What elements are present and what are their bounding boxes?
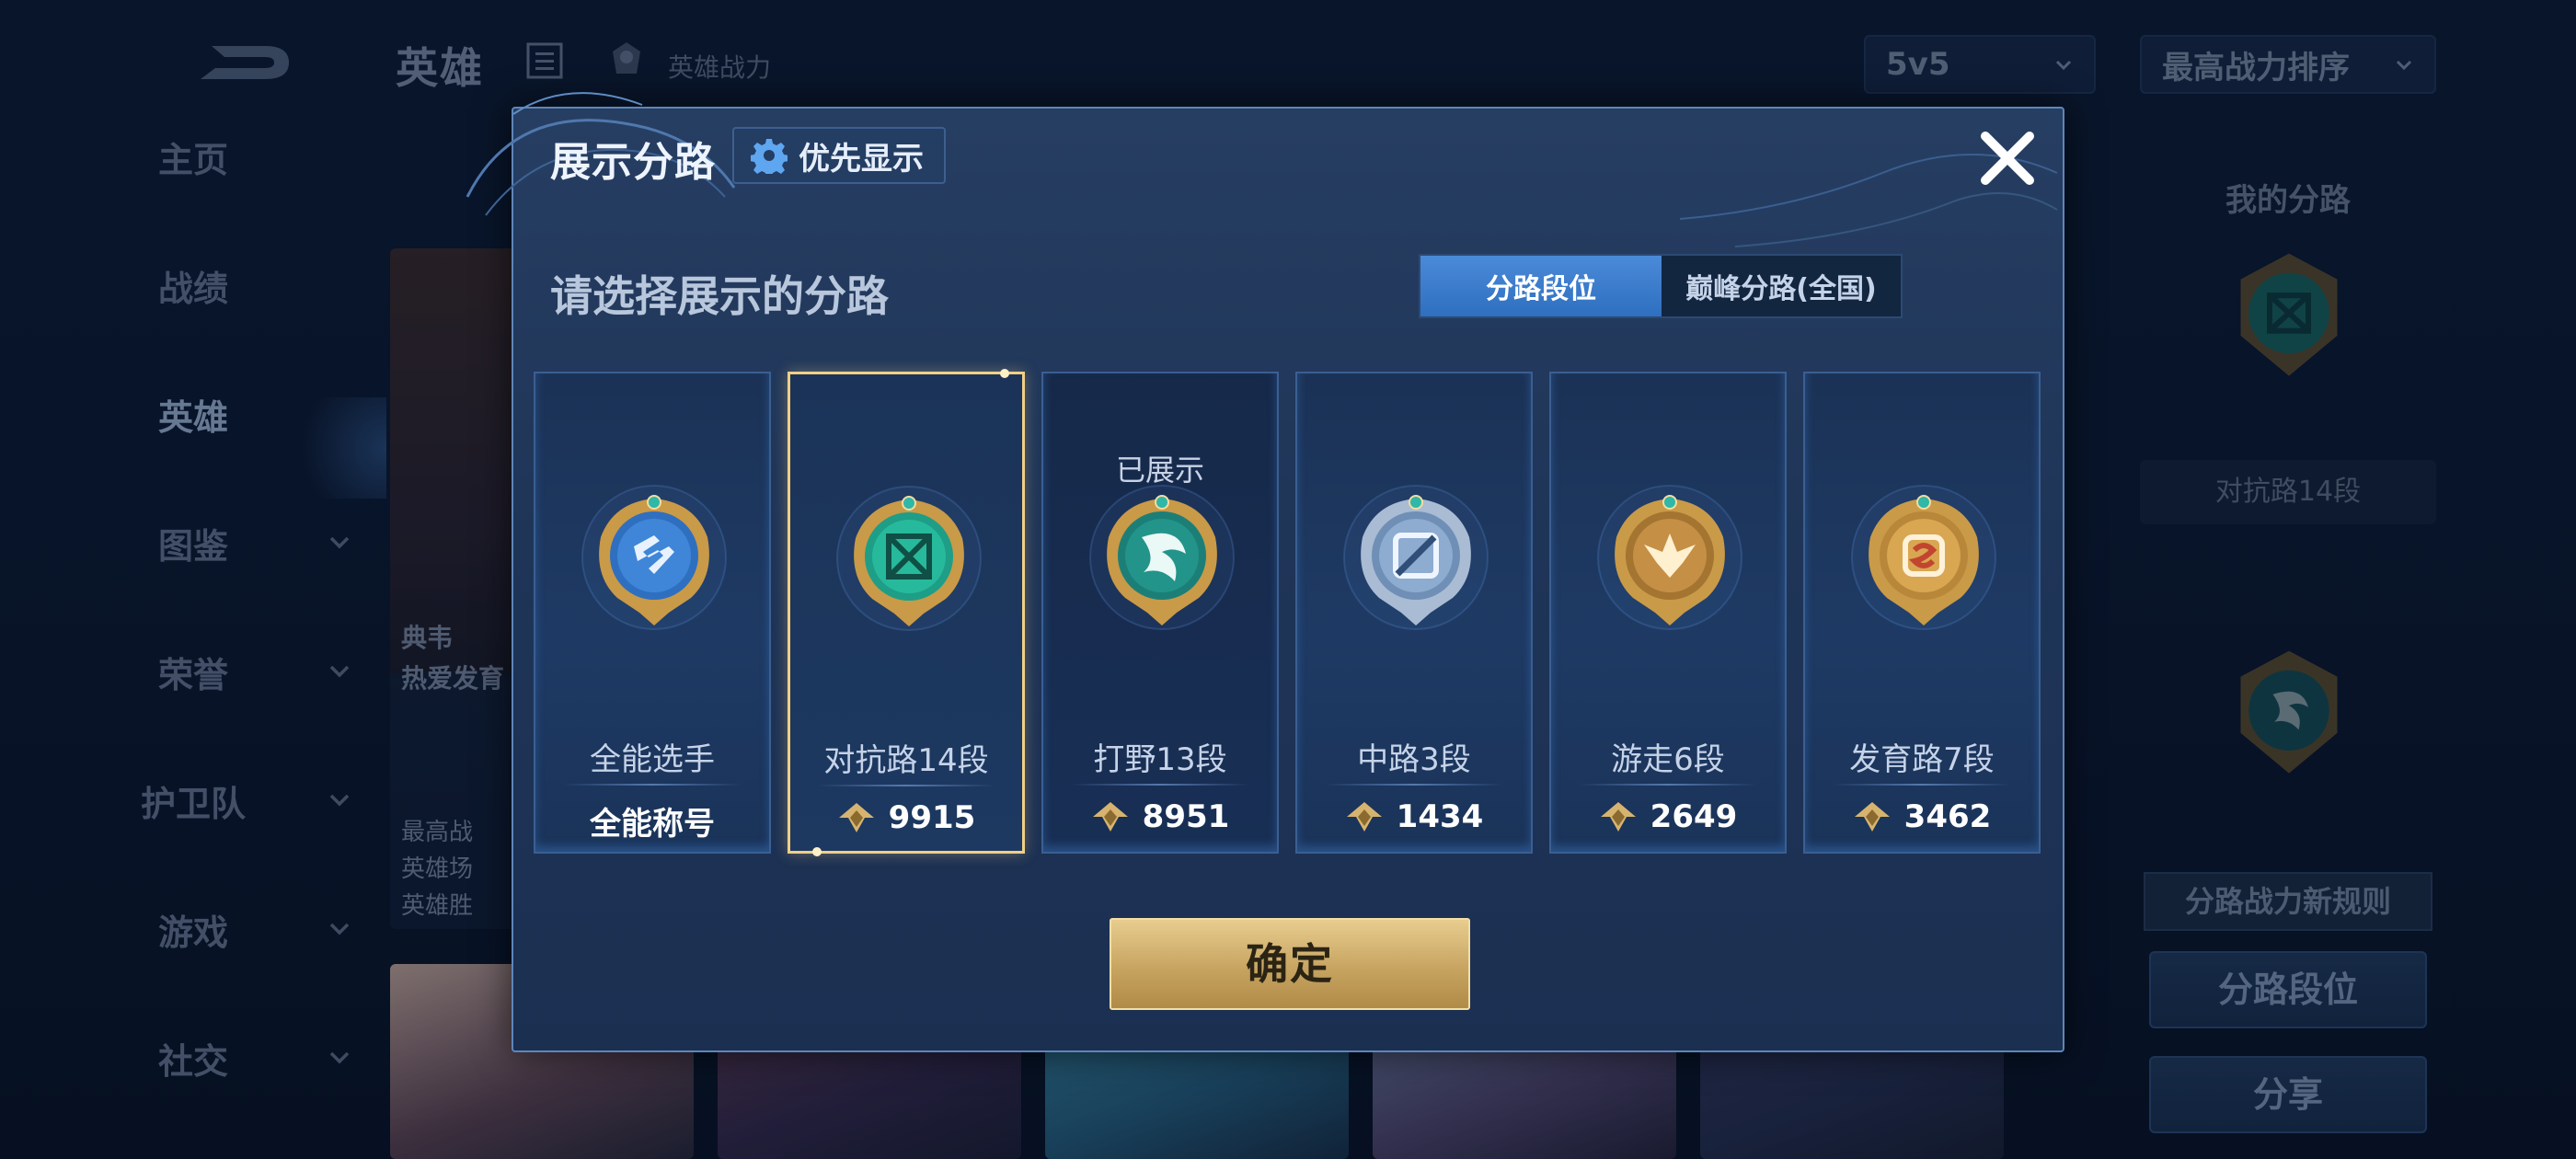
priority-display-label: 优先显示 — [799, 140, 924, 178]
lane-power-score: 2649 — [1551, 798, 1785, 835]
lane-rank-label: 对抗路14段 — [823, 742, 989, 779]
power-icon — [1600, 802, 1636, 832]
jungle-badge-icon — [1089, 485, 1235, 630]
lane-rank-label: 发育路7段 — [1849, 741, 1995, 778]
lane-rank-label: 游走6段 — [1611, 741, 1725, 778]
lane-card[interactable]: 对抗路14段 9915 — [788, 369, 1025, 856]
lane-rank-label: 全能选手 — [590, 741, 715, 778]
lane-rank-label: 打野13段 — [1093, 741, 1227, 778]
confirm-button[interactable]: 确定 — [1110, 918, 1470, 1010]
card-divider — [818, 785, 995, 786]
card-divider — [1833, 784, 2011, 786]
power-icon — [838, 803, 874, 832]
dialog-subtitle: 请选择展示的分路 — [550, 271, 889, 321]
lane-power-score: 3462 — [1805, 798, 2039, 835]
corner-ornament — [1000, 369, 1009, 378]
rank-type-tabs: 分路段位 巅峰分路(全国) — [1419, 254, 1903, 318]
priority-display-button[interactable]: 优先显示 — [732, 127, 946, 184]
lane-card[interactable]: 已展示 打野13段 8951 — [1041, 372, 1279, 854]
tab-lane-rank[interactable]: 分路段位 — [1420, 256, 1662, 316]
lane-card-list: 全能选手 全能称号 对抗路14段 9915 已展示 打野13段 8951 中路3… — [534, 369, 2046, 856]
corner-ornament — [812, 847, 822, 856]
power-icon — [1854, 802, 1890, 832]
card-divider — [563, 784, 742, 786]
lane-display-dialog: 展示分路 优先显示 请选择展示的分路 分路段位 巅峰分路(全国) 全能选手全能称… — [466, 92, 2064, 1052]
close-icon[interactable] — [1972, 123, 2042, 193]
farm-lane-badge-icon — [1851, 485, 1996, 630]
gear-icon — [751, 139, 788, 174]
lane-rank-label: 中路3段 — [1357, 741, 1471, 778]
clash-lane-badge-icon — [836, 486, 982, 631]
card-divider — [1071, 784, 1249, 786]
lane-card[interactable]: 中路3段 1434 — [1295, 372, 1533, 854]
lane-power-value: 1434 — [1396, 798, 1484, 835]
all-rounder-badge-icon — [581, 485, 727, 630]
lane-card[interactable]: 发育路7段 3462 — [1803, 372, 2041, 854]
lane-card[interactable]: 游走6段 2649 — [1549, 372, 1787, 854]
roam-badge-icon — [1597, 485, 1742, 630]
mid-lane-badge-icon — [1343, 485, 1489, 630]
card-divider — [1325, 784, 1503, 786]
dialog-title: 展示分路 — [550, 139, 716, 186]
card-divider — [1579, 784, 1757, 786]
power-icon — [1346, 802, 1382, 832]
lane-card[interactable]: 全能选手 全能称号 — [534, 372, 771, 854]
lane-power-score: 8951 — [1043, 798, 1277, 835]
lane-power-value: 8951 — [1142, 798, 1230, 835]
lane-power-score: 9915 — [790, 799, 1022, 836]
lane-power-score: 1434 — [1297, 798, 1531, 835]
lane-power-value: 2649 — [1650, 798, 1738, 835]
lane-power-value: 9915 — [888, 799, 976, 836]
lane-title-value: 全能称号 — [590, 806, 715, 843]
lane-power-value: 3462 — [1903, 798, 1992, 835]
tab-peak-lane[interactable]: 巅峰分路(全国) — [1662, 256, 1901, 316]
power-icon — [1092, 802, 1128, 832]
